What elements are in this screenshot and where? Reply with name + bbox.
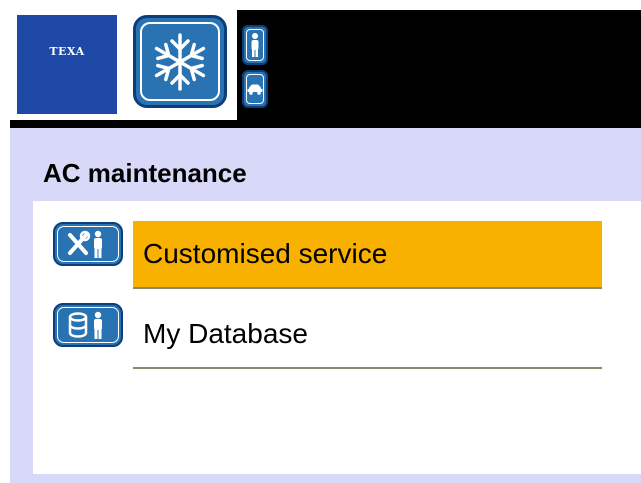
snowflake-icon	[150, 32, 210, 91]
tools-person-icon	[68, 230, 102, 258]
logo-text: TEXA	[49, 45, 85, 58]
header-black-area	[237, 10, 641, 128]
user-mode-button[interactable]	[242, 25, 268, 65]
menu-item-label: My Database	[143, 318, 308, 349]
person-icon	[251, 33, 259, 57]
menu-item-my-database[interactable]: My Database	[133, 301, 602, 369]
my-database-icon-button[interactable]	[53, 303, 123, 347]
texa-logo: TEXA	[17, 15, 117, 114]
customised-service-icon-button[interactable]	[53, 222, 123, 266]
vehicle-mode-button[interactable]	[242, 70, 268, 108]
car-icon	[247, 84, 263, 95]
database-person-icon	[68, 311, 102, 339]
ac-mode-button[interactable]	[133, 15, 227, 108]
page-title: AC maintenance	[43, 158, 247, 188]
menu-item-customised-service[interactable]: Customised service	[133, 221, 602, 289]
header-divider	[10, 120, 237, 128]
menu-item-label: Customised service	[143, 238, 388, 269]
header-bar: TEXA	[0, 0, 641, 128]
